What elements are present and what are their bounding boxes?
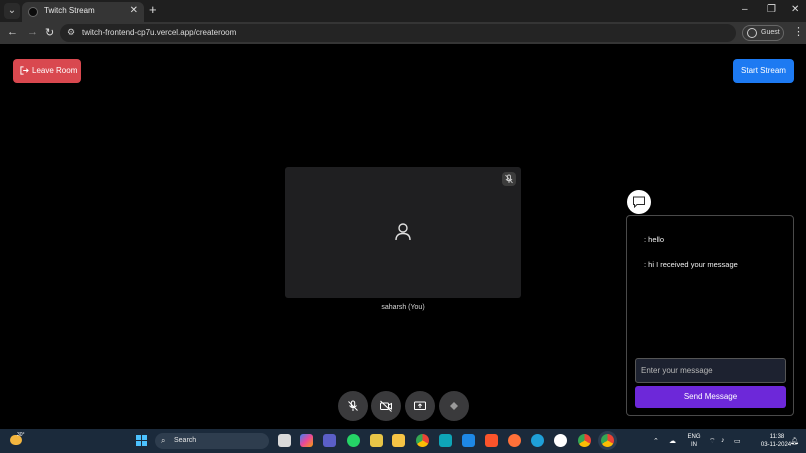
profile-label: Guest (761, 29, 780, 36)
language-bottom[interactable]: IN (684, 442, 704, 448)
camera-off-icon (380, 400, 392, 412)
tile-mic-muted-icon (502, 172, 516, 186)
calculator-icon[interactable] (370, 434, 383, 447)
chrome-active-icon[interactable] (601, 434, 614, 447)
browser-menu-icon[interactable]: ⋮ (793, 25, 804, 38)
react-devtools-icon[interactable] (439, 434, 452, 447)
address-bar[interactable]: ⚙ twitch-frontend-cp7u.vercel.app/create… (60, 24, 736, 42)
reload-icon[interactable]: ↻ (45, 26, 54, 39)
volume-icon[interactable]: ♪ (721, 437, 725, 444)
toggle-camera-button[interactable] (371, 391, 401, 421)
windows-taskbar: 30° ⌕ Search ⌃ ☁ ENG IN ⌔ ♪ ▭ 11:38 03-1… (0, 429, 806, 453)
tab-title: Twitch Stream (44, 6, 95, 15)
clock-time[interactable]: 11:38 (760, 434, 794, 440)
chat-message: : hello (644, 235, 665, 244)
browser-tab-bar: ⌄ Twitch Stream ✕ + – ❐ ✕ (0, 0, 806, 22)
browser-tab[interactable]: Twitch Stream ✕ (22, 2, 144, 22)
forward-icon[interactable]: → (27, 26, 38, 38)
diamond-icon (450, 402, 458, 410)
windows-start-icon[interactable] (136, 435, 148, 447)
exit-icon (20, 66, 29, 75)
leave-room-label: Leave Room (32, 66, 78, 75)
tab-favicon-icon (28, 7, 38, 17)
more-options-button[interactable] (439, 391, 469, 421)
file-explorer-icon[interactable] (392, 434, 405, 447)
search-icon: ⌕ (161, 436, 166, 445)
chat-bubble-icon (633, 196, 645, 208)
participant-video-tile (285, 167, 521, 298)
chat-message: : hi I received your message (644, 260, 738, 269)
browser-toolbar: ← → ↻ ⚙ twitch-frontend-cp7u.vercel.app/… (0, 22, 806, 44)
teams-icon[interactable] (323, 434, 336, 447)
user-icon (395, 223, 411, 241)
chat-panel: : hello : hi I received your message Sen… (626, 215, 794, 416)
copilot-icon[interactable] (300, 434, 313, 447)
tab-close-button[interactable]: ✕ (130, 5, 138, 16)
site-info-icon[interactable]: ⚙ (67, 27, 75, 38)
toggle-mic-button[interactable] (338, 391, 368, 421)
start-stream-button[interactable]: Start Stream (733, 59, 794, 83)
whatsapp-icon[interactable] (347, 434, 360, 447)
participant-name: saharsh (You) (381, 304, 425, 311)
leave-room-button[interactable]: Leave Room (13, 59, 81, 83)
screen-share-icon (414, 401, 426, 410)
chrome-beta-icon[interactable] (578, 434, 591, 447)
battery-icon[interactable]: ▭ (734, 437, 741, 445)
file-viewer-icon[interactable] (278, 434, 291, 447)
restore-icon[interactable]: ❐ (767, 4, 776, 15)
taskbar-search-label: Search (174, 437, 197, 444)
chat-toggle-button[interactable] (627, 190, 651, 214)
wifi-icon[interactable]: ⌔ (709, 437, 716, 446)
weather-temperature: 30° (17, 432, 25, 438)
chat-message-input[interactable] (635, 358, 786, 383)
tray-overflow-icon[interactable]: ⌃ (653, 437, 659, 445)
taskbar-search[interactable]: ⌕ Search (155, 433, 269, 449)
close-window-icon[interactable]: ✕ (791, 4, 799, 15)
minimize-icon[interactable]: – (742, 4, 748, 15)
brave-icon[interactable] (485, 434, 498, 447)
back-icon[interactable]: ← (7, 26, 18, 38)
edge-icon[interactable] (531, 434, 544, 447)
language-top[interactable]: ENG (684, 434, 704, 440)
firefox-icon[interactable] (508, 434, 521, 447)
profile-button[interactable]: Guest (742, 25, 784, 41)
profile-icon (747, 28, 757, 38)
chrome-icon[interactable] (416, 434, 429, 447)
new-tab-button[interactable]: + (149, 3, 157, 17)
mic-off-icon (348, 400, 358, 411)
media-player-icon[interactable] (554, 434, 567, 447)
url-text[interactable]: twitch-frontend-cp7u.vercel.app/createro… (82, 28, 236, 37)
tab-search-button[interactable]: ⌄ (4, 3, 20, 19)
notification-bell-icon[interactable]: 🔔︎ (790, 437, 799, 445)
send-message-button[interactable]: Send Message (635, 386, 786, 408)
share-screen-button[interactable] (405, 391, 435, 421)
vscode-icon[interactable] (462, 434, 475, 447)
cloud-icon[interactable]: ☁ (669, 437, 676, 445)
